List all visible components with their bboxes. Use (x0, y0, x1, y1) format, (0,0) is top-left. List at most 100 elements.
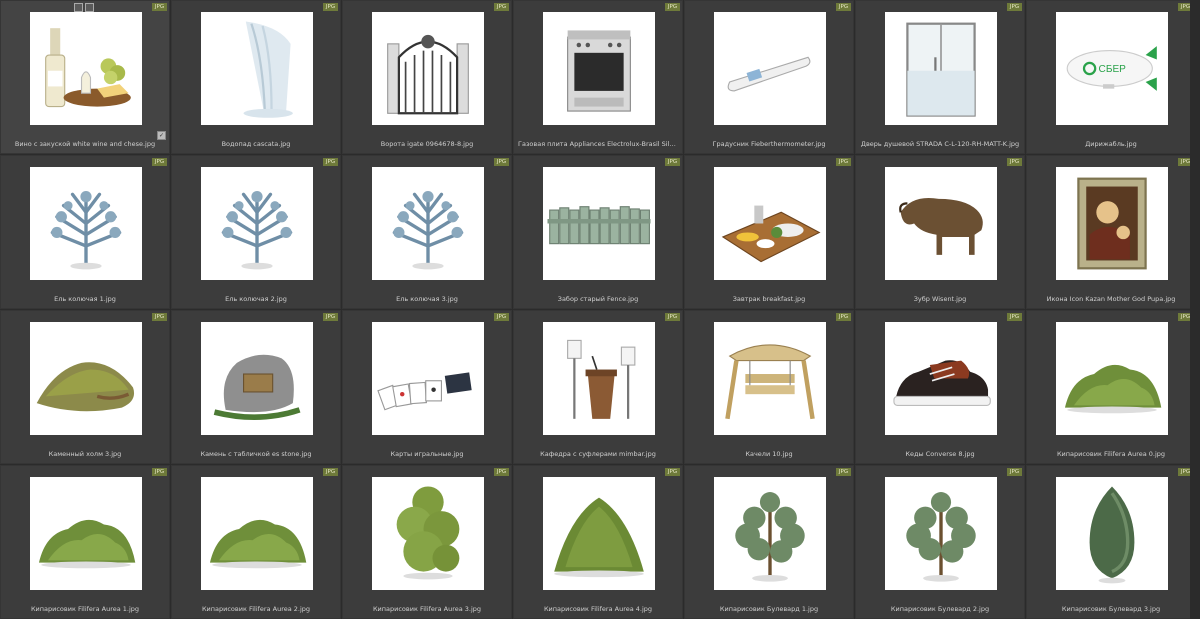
file-type-badge: JPG (494, 158, 509, 166)
file-name-label: Кафедра с суфлерами mimbar.jpg (540, 450, 656, 458)
file-type-badge: JPG (1007, 468, 1022, 476)
rock-hill-icon[interactable] (30, 322, 142, 435)
file-name-label: Кипарисовик Filifera Aurea 2.jpg (201, 605, 311, 613)
file-name-label: Градусник Fieberthermometer.jpg (712, 140, 826, 148)
thumbnail-cell[interactable]: JPG Забор старый Fence.jpg (513, 155, 683, 309)
file-name-label: Карты игральные.jpg (390, 450, 464, 458)
file-type-badge: JPG (836, 3, 851, 11)
thumbnail-cell[interactable]: JPG Дверь душевой STRADA C-L-120-RH-MATT-… (855, 0, 1025, 154)
file-type-badge: JPG (836, 468, 851, 476)
lectern-icon[interactable] (543, 322, 655, 435)
file-name-label: Кеды Converse 8.jpg (905, 450, 975, 458)
spruce-icon[interactable] (30, 167, 142, 280)
file-name-label: Камень с табличкой es stone.jpg (200, 450, 312, 458)
thumbnail-cell[interactable]: JPG Карты игральные.jpg (342, 310, 512, 464)
wine-cheese-icon[interactable] (30, 12, 142, 125)
thumbnail-cell[interactable]: JPG Каменный холм 3.jpg (0, 310, 170, 464)
file-name-label: Кипарисовик Булевард 1.jpg (719, 605, 819, 613)
edit-icon[interactable] (85, 3, 94, 12)
file-name-label: Каменный холм 3.jpg (48, 450, 122, 458)
file-type-badge: JPG (665, 158, 680, 166)
file-name-label: Качели 10.jpg (745, 450, 793, 458)
thumbnail-cell[interactable]: JPG Кипарисовик Filifera Aurea 1.jpg (0, 465, 170, 619)
file-name-label: Завтрак breakfast.jpg (732, 295, 806, 303)
thumbnail-cell[interactable]: JPG Завтрак breakfast.jpg (684, 155, 854, 309)
spruce-icon[interactable] (201, 167, 313, 280)
file-type-badge: JPG (323, 3, 338, 11)
file-name-label: Дирижабль.jpg (1085, 140, 1137, 148)
file-name-label: Газовая плита Appliances Electrolux-Bras… (518, 140, 678, 148)
file-type-badge: JPG (323, 468, 338, 476)
file-name-label: Водопад cascata.jpg (221, 140, 291, 148)
file-type-badge: JPG (494, 3, 509, 11)
shrub-low-icon[interactable] (1056, 322, 1168, 435)
file-type-badge: JPG (836, 158, 851, 166)
file-type-badge: JPG (323, 158, 338, 166)
thumbnail-cell[interactable]: JPG СБЕР Дирижабль.jpg (1026, 0, 1196, 154)
sneaker-icon[interactable] (885, 322, 997, 435)
file-type-badge: JPG (152, 468, 167, 476)
thumbnail-cell[interactable]: JPG Кипарисовик Filifera Aurea 0.jpg (1026, 310, 1196, 464)
file-name-label: Кипарисовик Filifera Aurea 4.jpg (543, 605, 653, 613)
file-name-label: Ворота igate 0964678-8.jpg (380, 140, 474, 148)
thumbnail-cell[interactable]: JPG Качели 10.jpg (684, 310, 854, 464)
thumbnail-cell[interactable]: JPG Ель колючая 2.jpg (171, 155, 341, 309)
shrub-low-icon[interactable] (30, 477, 142, 590)
tree-icon[interactable] (714, 477, 826, 590)
thumbnail-cell[interactable]: JPG Зубр Wisent.jpg (855, 155, 1025, 309)
file-type-badge: JPG (152, 313, 167, 321)
file-name-label: Ель колючая 2.jpg (225, 295, 287, 303)
thermometer-icon[interactable] (714, 12, 826, 125)
swing-icon[interactable] (714, 322, 826, 435)
thumbnail-cell[interactable]: JPG Вино с закуской white wine and chese.… (0, 0, 170, 154)
thumbnail-cell[interactable]: JPG Кипарисовик Булевард 3.jpg (1026, 465, 1196, 619)
thumbnail-cell[interactable]: JPG Кафедра с суфлерами mimbar.jpg (513, 310, 683, 464)
icon-painting-icon[interactable] (1056, 167, 1168, 280)
thumbnail-cell[interactable]: JPG Кипарисовик Filifera Aurea 3.jpg (342, 465, 512, 619)
file-type-badge: JPG (665, 313, 680, 321)
gate-icon[interactable] (372, 12, 484, 125)
file-type-badge: JPG (152, 158, 167, 166)
spruce-icon[interactable] (372, 167, 484, 280)
thumbnail-cell[interactable]: JPG Ель колючая 1.jpg (0, 155, 170, 309)
thumbnail-cell[interactable]: JPG Водопад cascata.jpg (171, 0, 341, 154)
shrub-low-icon[interactable] (201, 477, 313, 590)
file-name-label: Вино с закуской white wine and chese.jpg (14, 140, 156, 148)
thumbnail-cell[interactable]: JPG Икона Icon Kazan Mother God Pupa.jpg (1026, 155, 1196, 309)
thumbnail-cell[interactable]: JPG Газовая плита Appliances Electrolux-B… (513, 0, 683, 154)
playing-cards-icon[interactable] (372, 322, 484, 435)
thumbnail-cell[interactable]: JPG Кеды Converse 8.jpg (855, 310, 1025, 464)
file-type-badge: JPG (494, 313, 509, 321)
stone-plaque-icon[interactable] (201, 322, 313, 435)
thumbnail-cell[interactable]: JPG Кипарисовик Булевард 2.jpg (855, 465, 1025, 619)
thumbnail-cell[interactable]: JPG Ель колючая 3.jpg (342, 155, 512, 309)
thumbnail-cell[interactable]: JPG Градусник Fieberthermometer.jpg (684, 0, 854, 154)
file-type-badge: JPG (494, 468, 509, 476)
shower-door-icon[interactable] (885, 12, 997, 125)
file-name-label: Кипарисовик Булевард 2.jpg (890, 605, 990, 613)
gas-stove-icon[interactable] (543, 12, 655, 125)
thumbnail-cell[interactable]: JPG Кипарисовик Filifera Aurea 4.jpg (513, 465, 683, 619)
file-name-label: Дверь душевой STRADA C-L-120-RH-MATT-K.j… (860, 140, 1020, 148)
tree-icon[interactable] (885, 477, 997, 590)
square-select-icon[interactable] (74, 3, 83, 12)
file-type-badge: JPG (1007, 3, 1022, 11)
waterfall-icon[interactable] (201, 12, 313, 125)
file-type-badge: JPG (323, 313, 338, 321)
fence-icon[interactable] (543, 167, 655, 280)
shrub-tall-icon[interactable] (372, 477, 484, 590)
shrub-mound-icon[interactable] (543, 477, 655, 590)
thumbnail-cell[interactable]: JPG Кипарисовик Булевард 1.jpg (684, 465, 854, 619)
cypress-icon[interactable] (1056, 477, 1168, 590)
thumbnail-cell[interactable]: JPG Камень с табличкой es stone.jpg (171, 310, 341, 464)
file-name-label: Зубр Wisent.jpg (913, 295, 967, 303)
file-name-label: Ель колючая 1.jpg (54, 295, 116, 303)
thumbnail-cell[interactable]: JPG Ворота igate 0964678-8.jpg (342, 0, 512, 154)
breakfast-icon[interactable] (714, 167, 826, 280)
checkbox-icon[interactable]: ✓ (157, 131, 166, 140)
airship-icon[interactable]: СБЕР (1056, 12, 1168, 125)
airship-text: СБЕР (1099, 64, 1127, 75)
bison-icon[interactable] (885, 167, 997, 280)
thumbnail-cell[interactable]: JPG Кипарисовик Filifera Aurea 2.jpg (171, 465, 341, 619)
file-name-label: Кипарисовик Filifera Aurea 1.jpg (30, 605, 140, 613)
